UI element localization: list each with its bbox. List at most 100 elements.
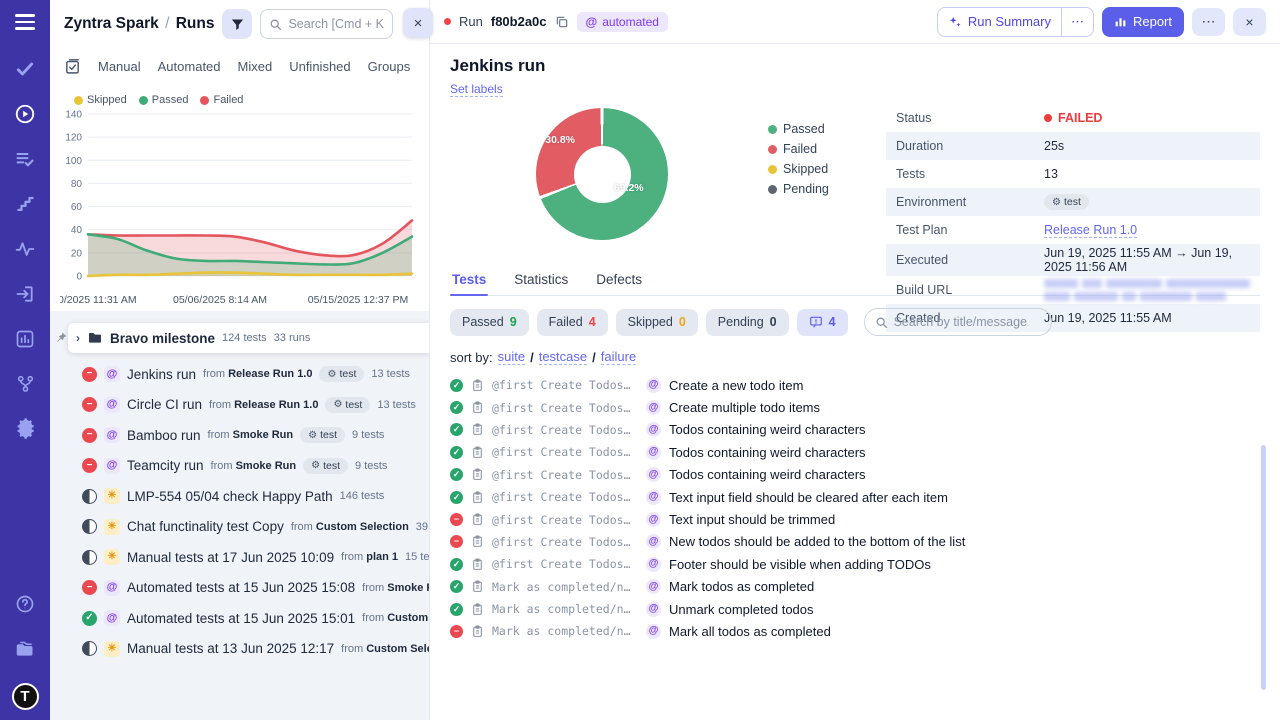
projects-folder-icon[interactable]	[14, 638, 36, 660]
test-result-row[interactable]: ✓ @first Create Todos… @ Todos containin…	[450, 464, 1260, 486]
status-filter-pill[interactable]: Failed 4	[537, 309, 608, 336]
run-tests-count: 13 tests	[371, 368, 410, 380]
run-summary-button[interactable]: Run Summary	[938, 8, 1061, 36]
sort-link-testcase[interactable]: testcase	[539, 349, 587, 365]
detail-tab[interactable]: Defects	[594, 266, 644, 295]
runs-tab[interactable]: Groups	[368, 59, 411, 74]
status-filter-pill[interactable]: 4	[797, 309, 848, 336]
runs-tab[interactable]: Manual	[98, 59, 141, 74]
close-run-button[interactable]: ×	[1233, 8, 1266, 36]
automated-badge[interactable]: @ automated	[577, 12, 668, 32]
legend-dot	[200, 96, 209, 105]
automated-test-icon: @	[646, 579, 661, 594]
run-list-item[interactable]: ✳ Chat functinality test Copy from Custo…	[50, 512, 429, 543]
filter-label: Pending	[718, 315, 764, 329]
run-list-item[interactable]: − @ Automated tests at 15 Jun 2025 15:08…	[50, 573, 429, 604]
test-result-row[interactable]: ✓ @first Create Todos… @ Todos containin…	[450, 441, 1260, 463]
branches-icon[interactable]	[14, 373, 36, 395]
breadcrumb[interactable]: Zyntra Spark / Runs	[64, 15, 214, 33]
tests-search-input[interactable]	[894, 315, 1041, 329]
run-detail-panel: Run f80b2a0c @ automated Run Summary ⋯ R…	[430, 0, 1280, 720]
test-result-row[interactable]: ✓ Mark as completed/n… @ Mark todos as c…	[450, 576, 1260, 598]
detail-label: Executed	[896, 253, 1044, 267]
runs-tab[interactable]: Unfinished	[289, 59, 350, 74]
test-plan-link[interactable]: Release Run 1.0	[1044, 223, 1137, 238]
test-result-row[interactable]: ✓ @first Create Todos… @ Text input fiel…	[450, 486, 1260, 508]
sort-link-failure[interactable]: failure	[601, 349, 636, 365]
filter-count: 9	[510, 315, 517, 329]
import-icon[interactable]	[14, 283, 36, 305]
tests-icon[interactable]	[14, 58, 36, 80]
runs-panel-header: Zyntra Spark / Runs	[50, 0, 429, 48]
test-result-row[interactable]: ✓ @first Create Todos… @ Create a new to…	[450, 374, 1260, 396]
chevron-right-icon[interactable]: ›	[76, 331, 80, 345]
run-summary-more-button[interactable]: ⋯	[1062, 8, 1093, 36]
run-list-item[interactable]: − @ Bamboo run from Smoke Run ⚙test 9 te…	[50, 420, 429, 451]
test-plans-icon[interactable]	[14, 148, 36, 170]
detail-row: Environment ⚙test	[886, 188, 1260, 216]
milestone-folder-row[interactable]: › Bravo milestone 124 tests 33 runs	[68, 323, 429, 353]
test-result-row[interactable]: ✓ @first Create Todos… @ Create multiple…	[450, 396, 1260, 418]
sort-link-suite[interactable]: suite	[498, 349, 525, 365]
test-status-icon: ✓	[450, 580, 463, 593]
detail-tab[interactable]: Statistics	[512, 266, 570, 295]
runs-panel: Zyntra Spark / Runs × Manual Automated Mix…	[50, 0, 430, 720]
test-result-row[interactable]: ✓ @first Create Todos… @ Todos containin…	[450, 419, 1260, 441]
menu-icon[interactable]	[15, 14, 35, 30]
reports-icon[interactable]	[14, 328, 36, 350]
testomat-logo[interactable]: T	[12, 683, 39, 710]
filter-count: 0	[770, 315, 777, 329]
run-list-item[interactable]: ✳ Manual tests at 13 Jun 2025 12:17 from…	[50, 634, 429, 665]
report-button[interactable]: Report	[1102, 7, 1184, 37]
run-type-icon: ✳	[104, 549, 120, 565]
run-type-icon: ✳	[104, 488, 120, 504]
donut-failed-label: 30.8%	[545, 134, 575, 146]
test-result-row[interactable]: − Mark as completed/n… @ Mark all todos …	[450, 620, 1260, 642]
clipboard-icon	[471, 423, 484, 436]
milestones-icon[interactable]	[14, 193, 36, 215]
svg-text:120: 120	[65, 133, 82, 144]
test-result-row[interactable]: ✓ @first Create Todos… @ Footer should b…	[450, 553, 1260, 575]
runs-search-input[interactable]	[288, 17, 384, 31]
runs-tab[interactable]: Automated	[158, 59, 221, 74]
runs-search[interactable]	[260, 9, 393, 39]
select-all-icon[interactable]	[64, 58, 81, 75]
panel-close-button[interactable]: ×	[403, 8, 433, 38]
run-list-item[interactable]: ✳ LMP-554 05/04 check Happy Path 146 tes…	[50, 481, 429, 512]
analytics-icon[interactable]	[14, 238, 36, 260]
status-filter-pill[interactable]: Pending 0	[706, 309, 789, 336]
test-result-row[interactable]: ✓ Mark as completed/n… @ Unmark complete…	[450, 598, 1260, 620]
more-actions-button[interactable]: ⋯	[1192, 8, 1225, 36]
status-filter-pill[interactable]: Passed 9	[450, 309, 529, 336]
detail-row: Build URL	[886, 276, 1260, 304]
detail-tab[interactable]: Tests	[450, 266, 488, 295]
breadcrumb-project[interactable]: Zyntra Spark	[64, 15, 159, 32]
run-list-item[interactable]: − @ Circle CI run from Release Run 1.0 ⚙…	[50, 390, 429, 421]
run-list-item[interactable]: − @ Jenkins run from Release Run 1.0 ⚙te…	[50, 359, 429, 390]
runs-tab[interactable]: Mixed	[238, 59, 273, 74]
tests-search[interactable]	[864, 308, 1052, 336]
breadcrumb-page[interactable]: Runs	[176, 15, 215, 32]
more-icon: ⋯	[1071, 14, 1084, 30]
detail-value	[1044, 279, 1250, 301]
test-suite-name: @first Create Todos…	[492, 557, 638, 571]
run-list-item[interactable]: ✳ Manual tests at 17 Jun 2025 10:09 from…	[50, 542, 429, 573]
settings-icon[interactable]	[14, 418, 36, 440]
run-title: LMP-554 05/04 check Happy Path	[127, 489, 333, 504]
status-filter-pill[interactable]: Skipped 0	[616, 309, 698, 336]
test-result-row[interactable]: − @first Create Todos… @ New todos shoul…	[450, 531, 1260, 553]
copy-icon[interactable]	[555, 15, 569, 29]
pin-icon[interactable]	[55, 331, 68, 344]
gear-icon: ⚙	[311, 460, 320, 471]
run-list-item[interactable]: ✓ @ Automated tests at 15 Jun 2025 15:01…	[50, 603, 429, 634]
search-icon	[269, 18, 282, 31]
help-icon[interactable]	[14, 593, 36, 615]
detail-label: Test Plan	[896, 223, 1044, 237]
scrollbar-thumb[interactable]	[1261, 445, 1266, 690]
clipboard-icon	[471, 558, 484, 571]
run-list-item[interactable]: − @ Teamcity run from Smoke Run ⚙test 9 …	[50, 451, 429, 482]
runs-icon[interactable]	[14, 103, 36, 125]
filter-button[interactable]	[222, 9, 252, 39]
test-result-row[interactable]: − @first Create Todos… @ Text input shou…	[450, 508, 1260, 530]
set-labels-link[interactable]: Set labels	[450, 82, 503, 97]
